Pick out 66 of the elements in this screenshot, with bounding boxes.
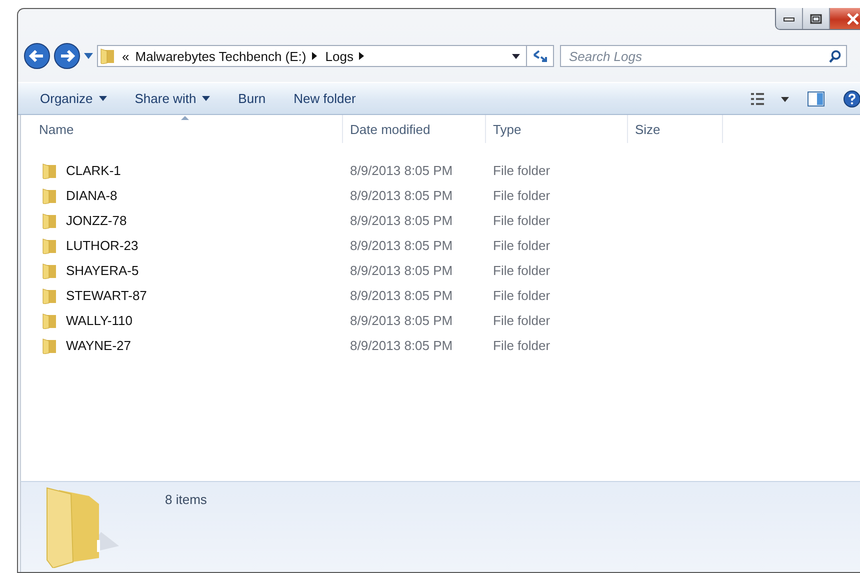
column-header[interactable]: Date modified — [343, 115, 486, 143]
arrow-icon[interactable] — [312, 52, 318, 60]
type-cell: File folder — [493, 213, 550, 228]
type-cell: File folder — [493, 313, 550, 328]
breadcrumb[interactable]: Malwarebytes Techbench (E:) — [135, 48, 306, 64]
toolbar-button[interactable]: Share with — [124, 87, 220, 110]
date-cell: 8/9/2013 8:05 PM — [350, 188, 453, 203]
folder-icon — [42, 162, 58, 178]
date-cell: 8/9/2013 8:05 PM — [350, 288, 453, 303]
date-cell: 8/9/2013 8:05 PM — [350, 163, 453, 178]
toolbar-button[interactable]: New folder — [284, 87, 366, 110]
type-cell: File folder — [493, 288, 550, 303]
type-cell: File folder — [493, 163, 550, 178]
file-name[interactable]: JONZZ-78 — [66, 213, 127, 228]
view-options-button[interactable] — [749, 90, 791, 106]
help-button[interactable] — [841, 88, 860, 110]
toolbar-button[interactable]: Organize — [30, 87, 117, 110]
arrow-icon[interactable] — [359, 52, 364, 60]
refresh-button[interactable] — [527, 45, 554, 67]
breadcrumb[interactable]: Logs — [325, 48, 354, 64]
date-cell: 8/9/2013 8:05 PM — [350, 338, 453, 353]
close-icon — [846, 12, 860, 24]
minimize-icon — [783, 16, 795, 22]
column-header[interactable]: Name — [21, 115, 343, 143]
minimize-button[interactable] — [776, 8, 803, 29]
folder-icon — [42, 288, 58, 304]
date-cell: 8/9/2013 8:05 PM — [350, 263, 453, 278]
folder-icon — [42, 338, 58, 354]
type-cell: File folder — [493, 238, 550, 253]
folder-icon — [42, 312, 58, 328]
file-name[interactable]: LUTHOR-23 — [66, 238, 138, 253]
search-icon — [829, 50, 841, 63]
date-cell: 8/9/2013 8:05 PM — [350, 238, 453, 253]
forward-button[interactable] — [52, 41, 82, 71]
folder-icon — [100, 48, 116, 64]
type-cell: File folder — [493, 338, 550, 353]
file-name[interactable]: WALLY-110 — [66, 313, 132, 328]
preview-pane-button[interactable] — [805, 88, 827, 108]
sort-arrow-icon — [181, 116, 189, 120]
folder-icon — [42, 238, 58, 254]
caret-icon — [98, 96, 107, 101]
file-name[interactable]: WAYNE-27 — [66, 338, 132, 353]
folder-icon — [42, 188, 58, 204]
folder-icon — [42, 262, 58, 278]
column-header[interactable]: Type — [486, 115, 628, 143]
back-button[interactable] — [22, 41, 52, 71]
column-header[interactable]: Size — [628, 115, 723, 143]
address-bar[interactable]: « Malwarebytes Techbench (E:) Logs — [97, 45, 527, 67]
overflow-chevron[interactable]: « — [122, 48, 130, 64]
dropdown-caret-icon[interactable] — [512, 54, 520, 58]
file-name[interactable]: CLARK-1 — [66, 163, 121, 178]
refresh-icon — [532, 49, 548, 63]
type-cell: File folder — [493, 188, 550, 203]
item-count: 8 items — [165, 492, 207, 507]
toolbar-button[interactable]: Burn — [228, 87, 276, 110]
maximize-icon — [810, 14, 822, 24]
file-name[interactable]: DIANA-8 — [66, 188, 118, 203]
maximize-button[interactable] — [803, 8, 830, 29]
caret-icon — [202, 96, 210, 101]
date-cell: 8/9/2013 8:05 PM — [350, 313, 453, 328]
file-name[interactable]: SHAYERA-5 — [66, 263, 139, 278]
folder-icon — [42, 212, 58, 228]
file-name[interactable]: STEWART-87 — [66, 288, 147, 303]
date-cell: 8/9/2013 8:05 PM — [350, 213, 453, 228]
type-cell: File folder — [493, 263, 550, 278]
search-field[interactable]: Search Logs — [560, 45, 847, 67]
